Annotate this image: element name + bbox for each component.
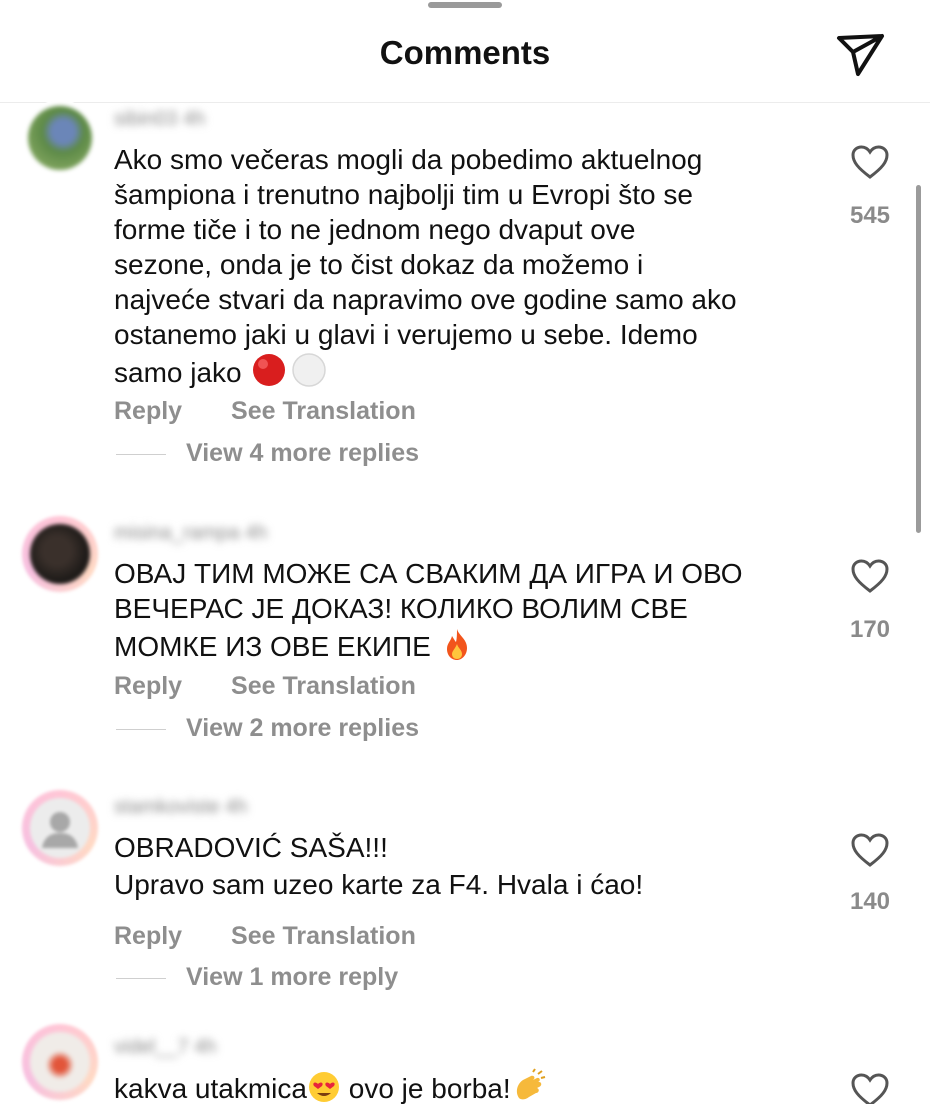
comment-username[interactable]: stamkoviste 4h	[114, 796, 334, 818]
avatar-image	[30, 1032, 90, 1092]
view-replies-button[interactable]: View 1 more reply	[116, 963, 398, 992]
scrollbar[interactable]	[916, 185, 921, 533]
reply-button[interactable]: Reply	[114, 397, 182, 425]
comment-actions: Reply See Translation	[114, 922, 416, 951]
avatar-image	[30, 524, 90, 584]
comment-username[interactable]: videl__7 4h	[114, 1036, 334, 1058]
heart-icon[interactable]	[850, 558, 890, 594]
red-circle-icon	[253, 354, 286, 386]
view-replies-button[interactable]: View 2 more replies	[116, 714, 419, 743]
reply-button[interactable]: Reply	[114, 922, 182, 950]
avatar-image	[28, 106, 92, 170]
comment-text: Ako smo večeras mogli da pobedimo aktuel…	[114, 144, 737, 388]
like-count: 140	[849, 888, 891, 915]
fire-icon	[446, 629, 467, 660]
send-icon[interactable]	[836, 32, 886, 78]
heart-icon[interactable]	[850, 1072, 890, 1104]
comment-username[interactable]: misina_rampa 4h	[114, 522, 334, 544]
comment-actions: Reply See Translation	[114, 397, 416, 426]
heart-icon[interactable]	[850, 832, 890, 868]
avatar[interactable]	[22, 1024, 98, 1100]
comments-header: Comments	[0, 0, 930, 103]
heart-eyes-emoji-icon	[308, 1072, 339, 1102]
replies-divider	[116, 977, 166, 979]
avatar[interactable]	[22, 516, 98, 592]
like-count: 545	[849, 202, 891, 229]
replies-divider	[116, 728, 166, 730]
avatar-image	[30, 798, 90, 858]
see-translation-button[interactable]: See Translation	[231, 397, 416, 425]
replies-divider	[116, 453, 166, 455]
comment-username[interactable]: sibin03 4h	[114, 108, 334, 130]
page-title: Comments	[379, 34, 551, 71]
comment-text: OBRADOVIĆ SAŠA!!! Upravo sam uzeo karte …	[114, 832, 644, 900]
comment-text: kakva utakmica ovo je borba!	[114, 1068, 814, 1104]
avatar[interactable]	[22, 790, 98, 866]
heart-icon[interactable]	[850, 144, 890, 180]
avatar[interactable]	[22, 100, 98, 176]
reply-button[interactable]: Reply	[114, 672, 182, 700]
like-count: 170	[849, 616, 891, 643]
see-translation-button[interactable]: See Translation	[231, 672, 416, 700]
see-translation-button[interactable]: See Translation	[231, 922, 416, 950]
comment-actions: Reply See Translation	[114, 672, 416, 701]
comment-text: ОВАЈ ТИМ МОЖЕ СА СВАКИМ ДА ИГРА И ОВО ВЕ…	[114, 558, 743, 662]
clapping-hands-icon	[516, 1068, 545, 1100]
comments-sheet: Comments sibin03 4h Ako smo večeras mogl…	[0, 0, 930, 1104]
view-replies-button[interactable]: View 4 more replies	[116, 439, 419, 468]
default-user-icon	[42, 812, 78, 848]
white-circle-icon	[292, 353, 327, 387]
